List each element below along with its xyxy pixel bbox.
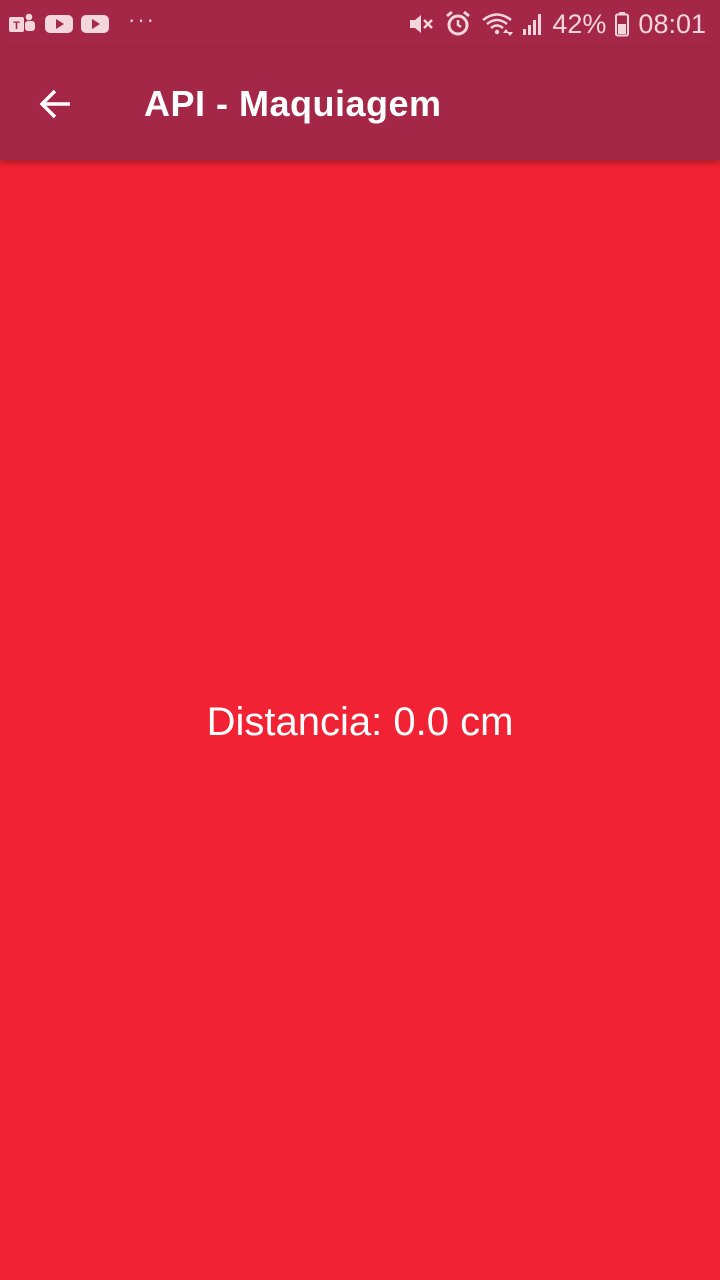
page-title: API - Maquiagem: [144, 83, 442, 124]
battery-icon: [614, 11, 630, 37]
svg-text:T: T: [13, 20, 20, 32]
clock: 08:01: [638, 8, 706, 39]
battery-percentage: 42%: [552, 8, 607, 39]
teams-icon: T: [8, 12, 38, 36]
more-notifications-indicator: ···: [128, 7, 156, 32]
youtube-icon: [80, 13, 110, 35]
arrow-back-icon: [38, 86, 74, 122]
app-bar: API - Maquiagem: [0, 48, 720, 160]
notification-area: T ···: [8, 0, 156, 48]
mute-icon: [408, 11, 436, 37]
youtube-icon: [44, 13, 74, 35]
main-content: Distancia: 0.0 cm: [0, 160, 720, 1280]
signal-icon: [522, 11, 544, 37]
system-status-area: 42% 08:01: [408, 0, 706, 48]
alarm-icon: [444, 10, 472, 38]
distance-readout: Distancia: 0.0 cm: [206, 699, 514, 744]
wifi-icon: [480, 11, 514, 37]
back-button[interactable]: [0, 48, 112, 160]
status-bar: T ··· 42% 08:01: [0, 0, 720, 48]
